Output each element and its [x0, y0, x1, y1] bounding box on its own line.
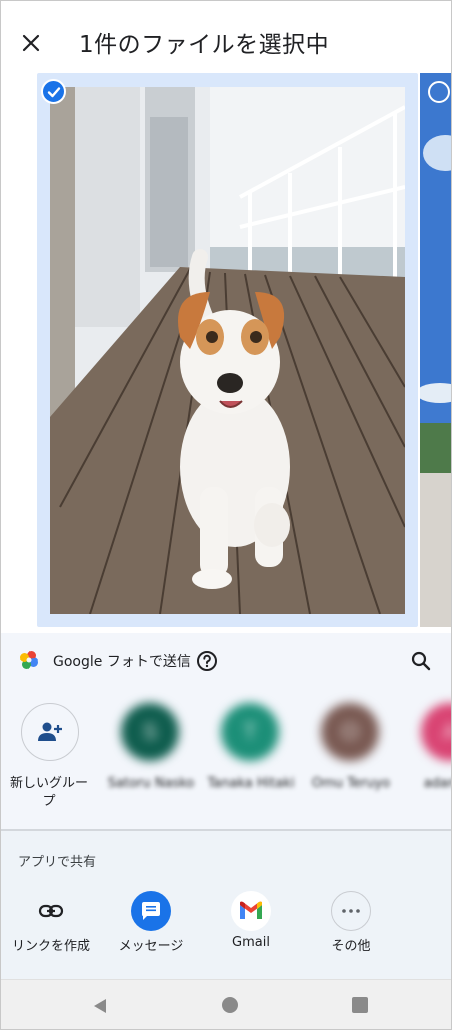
apps-heading: アプリで共有	[18, 855, 97, 870]
avatar: T	[221, 703, 279, 761]
more-icon	[331, 891, 371, 931]
messages-icon	[131, 891, 171, 931]
contact-name: Satoru Nasko	[107, 776, 195, 791]
app-create-link[interactable]: リンクを作成	[1, 889, 101, 959]
app-label: その他	[331, 939, 371, 954]
contact-name: Omu Teruyo	[311, 776, 391, 791]
app-label: Gmail	[232, 935, 270, 950]
google-photos-icon	[20, 651, 38, 669]
app-list: リンクを作成 メッセージ Gmail その他	[1, 889, 451, 969]
share-screen: 1件のファイルを選択中 Google フォトで送信 新しいグループ S Sato…	[0, 0, 452, 1030]
contact-item[interactable]: S Satoru Nasko	[101, 703, 194, 813]
contact-suggestions: 新しいグループ S Satoru Nasko T Tanaka Hitaki O…	[1, 703, 451, 813]
contact-item[interactable]: O Omu Teruyo	[301, 703, 391, 813]
app-messages[interactable]: メッセージ	[101, 889, 201, 959]
contact-name: Tanaka Hitaki	[207, 776, 295, 791]
top-bar: 1件のファイルを選択中	[1, 1, 451, 81]
app-gmail[interactable]: Gmail	[201, 889, 301, 959]
home-icon[interactable]	[222, 997, 238, 1013]
contact-name: adamHe	[423, 776, 451, 791]
app-more[interactable]: その他	[301, 889, 401, 959]
share-sheet: Google フォトで送信 新しいグループ S Satoru Nasko T T…	[1, 633, 451, 1029]
gmail-icon	[231, 891, 271, 931]
close-button[interactable]	[15, 27, 47, 59]
photo-carousel[interactable]	[1, 71, 451, 629]
select-circle-icon[interactable]	[428, 81, 450, 103]
back-icon[interactable]	[91, 997, 109, 1015]
app-label: メッセージ	[118, 939, 184, 954]
direct-share-panel: Google フォトで送信 新しいグループ S Satoru Nasko T T…	[1, 633, 451, 829]
page-title: 1件のファイルを選択中	[79, 32, 330, 58]
recent-apps-icon[interactable]	[352, 997, 368, 1013]
new-group-button[interactable]: 新しいグループ	[1, 703, 91, 813]
photo-thumbnail	[50, 87, 405, 614]
avatar: S	[121, 703, 179, 761]
avatar: O	[321, 703, 379, 761]
help-icon[interactable]	[195, 649, 219, 673]
photo-item-selected[interactable]	[37, 73, 418, 627]
contact-item[interactable]: T Tanaka Hitaki	[201, 703, 294, 813]
link-icon	[31, 891, 71, 931]
divider	[1, 829, 451, 831]
new-group-label: 新しいグループ	[9, 776, 88, 809]
google-photos-row: Google フォトで送信	[1, 633, 451, 689]
photo-item-unselected[interactable]	[420, 73, 451, 627]
app-label: リンクを作成	[11, 939, 90, 954]
close-icon	[22, 34, 40, 52]
avatar: A	[421, 703, 451, 761]
system-navigation-bar	[1, 979, 451, 1029]
contact-item[interactable]: A adamHe	[401, 703, 451, 813]
selected-check-icon[interactable]	[41, 79, 66, 104]
add-group-icon	[21, 703, 79, 761]
google-photos-label[interactable]: Google フォトで送信	[53, 651, 191, 671]
search-icon[interactable]	[409, 649, 433, 673]
